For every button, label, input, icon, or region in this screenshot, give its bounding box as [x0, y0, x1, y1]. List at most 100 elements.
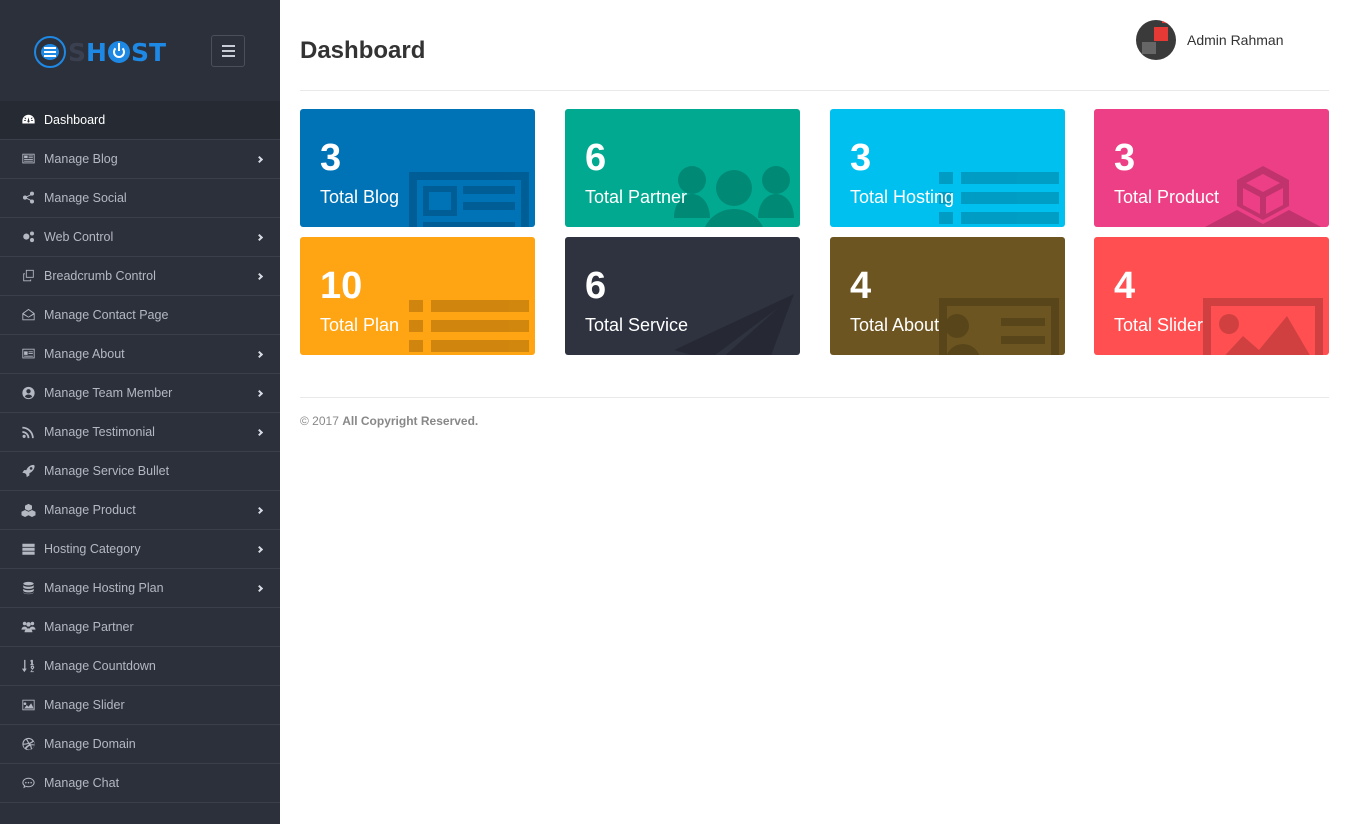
database-icon — [19, 581, 37, 595]
user-name[interactable]: Admin Rahman — [1187, 32, 1284, 48]
rss-icon — [19, 425, 37, 439]
newspaper-icon — [409, 166, 529, 227]
sidebar-item-label: Dashboard — [44, 113, 106, 127]
sidebar-item-manage-testimonial[interactable]: Manage Testimonial — [0, 413, 280, 452]
sidebar-item-manage-chat[interactable]: Manage Chat — [0, 764, 280, 803]
stat-card-total-product[interactable]: 3 Total Product — [1094, 109, 1329, 227]
header-divider — [300, 90, 1329, 91]
sidebar-item-label: Manage Social — [44, 191, 127, 205]
chevron-right-icon — [255, 272, 264, 281]
sidebar-item-label: Manage Blog — [44, 152, 118, 166]
clone-icon — [19, 269, 37, 283]
chevron-right-icon — [255, 545, 264, 554]
sidebar-item-manage-social[interactable]: Manage Social — [0, 179, 280, 218]
sidebar-menu: Dashboard Manage Blog Manage Social Web Con… — [0, 101, 280, 803]
chevron-right-icon — [255, 350, 264, 359]
stat-value: 3 — [320, 137, 342, 179]
sidebar-item-manage-countdown[interactable]: Manage Countdown — [0, 647, 280, 686]
sidebar-item-dashboard[interactable]: Dashboard — [0, 101, 280, 140]
sidebar-item-label: Web Control — [44, 230, 114, 244]
envelope-open-icon — [19, 308, 37, 322]
stat-label: Total Partner — [585, 187, 688, 207]
sidebar-item-manage-service-bullet[interactable]: Manage Service Bullet — [0, 452, 280, 491]
share-icon — [19, 191, 37, 205]
stat-value: 6 — [585, 137, 607, 179]
footer: © 2017 All Copyright Reserved. — [300, 414, 478, 428]
stat-card-total-partner[interactable]: 6 Total Partner — [565, 109, 800, 227]
id-card-icon — [19, 347, 37, 361]
cube-icon — [1203, 166, 1323, 227]
dribbble-icon — [19, 737, 37, 751]
stat-card-total-hosting[interactable]: 3 Total Hosting — [830, 109, 1065, 227]
avatar[interactable] — [1136, 20, 1176, 60]
comment-dots-icon — [19, 776, 37, 790]
stat-card-total-blog[interactable]: 3 Total Blog — [300, 109, 535, 227]
sidebar-item-manage-about[interactable]: Manage About — [0, 335, 280, 374]
sidebar-item-manage-product[interactable]: Manage Product — [0, 491, 280, 530]
sidebar-item-manage-blog[interactable]: Manage Blog — [0, 140, 280, 179]
sidebar-item-label: Manage Testimonial — [44, 425, 155, 439]
stat-label: Total Slider — [1114, 315, 1204, 335]
stat-card-total-service[interactable]: 6 Total Service — [565, 237, 800, 355]
sidebar-item-manage-team-member[interactable]: Manage Team Member — [0, 374, 280, 413]
users-icon — [674, 166, 794, 227]
logo-letter-h: H — [86, 37, 107, 67]
stat-label: Total Product — [1114, 187, 1220, 207]
rocket-icon — [19, 464, 37, 478]
stat-card-total-plan[interactable]: 10 Total Plan — [300, 237, 535, 355]
sidebar-item-manage-slider[interactable]: Manage Slider — [0, 686, 280, 725]
footer-year: © 2017 — [300, 414, 339, 428]
image-icon — [1203, 294, 1323, 355]
brand: S H ST — [0, 0, 280, 101]
users-icon — [19, 620, 37, 634]
stat-value: 4 — [850, 265, 872, 307]
newspaper-icon — [19, 152, 37, 166]
stat-label: Total Hosting — [850, 187, 955, 207]
sidebar-item-manage-contact-page[interactable]: Manage Contact Page — [0, 296, 280, 335]
gears-icon — [19, 230, 37, 244]
sidebar-item-manage-hosting-plan[interactable]: Manage Hosting Plan — [0, 569, 280, 608]
sidebar-item-label: Manage Domain — [44, 737, 136, 751]
sidebar-toggle-button[interactable] — [211, 35, 245, 67]
stat-label: Total Plan — [320, 315, 400, 335]
hamburger-icon — [221, 45, 235, 47]
sidebar-item-manage-partner[interactable]: Manage Partner — [0, 608, 280, 647]
sidebar-item-label: Breadcrumb Control — [44, 269, 156, 283]
stat-card-total-slider[interactable]: 4 Total Slider — [1094, 237, 1329, 355]
list-icon — [409, 294, 529, 355]
sidebar-item-web-control[interactable]: Web Control — [0, 218, 280, 257]
sidebar-item-label: Hosting Category — [44, 542, 141, 556]
stat-value: 6 — [585, 265, 607, 307]
logo-letters-st: ST — [130, 37, 167, 67]
sidebar: S H ST Dashboard Manage Blog Manage Social… — [0, 0, 280, 824]
sidebar-item-label: Manage Product — [44, 503, 136, 517]
image-icon — [19, 698, 37, 712]
sidebar-item-breadcrumb-control[interactable]: Breadcrumb Control — [0, 257, 280, 296]
sidebar-item-label: Manage Slider — [44, 698, 125, 712]
chevron-right-icon — [255, 155, 264, 164]
stat-label: Total Service — [585, 315, 689, 335]
stat-value: 10 — [320, 265, 363, 307]
sidebar-item-hosting-category[interactable]: Hosting Category — [0, 530, 280, 569]
cubes-icon — [19, 503, 37, 517]
paper-plane-icon — [674, 294, 794, 355]
sidebar-item-manage-domain[interactable]: Manage Domain — [0, 725, 280, 764]
logo-server-icon — [34, 36, 66, 68]
stat-value: 4 — [1114, 265, 1136, 307]
stat-label: Total About — [850, 315, 940, 335]
dashboard-icon — [19, 113, 37, 127]
stat-value: 3 — [1114, 137, 1136, 179]
stat-value: 3 — [850, 137, 872, 179]
user-menu[interactable]: Admin Rahman — [1136, 20, 1284, 60]
power-icon — [107, 41, 130, 63]
chevron-right-icon — [255, 584, 264, 593]
sidebar-item-label: Manage Partner — [44, 620, 134, 634]
sidebar-item-label: Manage Hosting Plan — [44, 581, 164, 595]
user-circle-icon — [19, 386, 37, 400]
list-icon — [939, 166, 1059, 227]
sidebar-item-label: Manage Contact Page — [44, 308, 169, 322]
stat-card-total-about[interactable]: 4 Total About — [830, 237, 1065, 355]
sidebar-item-label: Manage Chat — [44, 776, 120, 790]
logo[interactable]: S H ST — [34, 35, 166, 69]
chevron-right-icon — [255, 428, 264, 437]
